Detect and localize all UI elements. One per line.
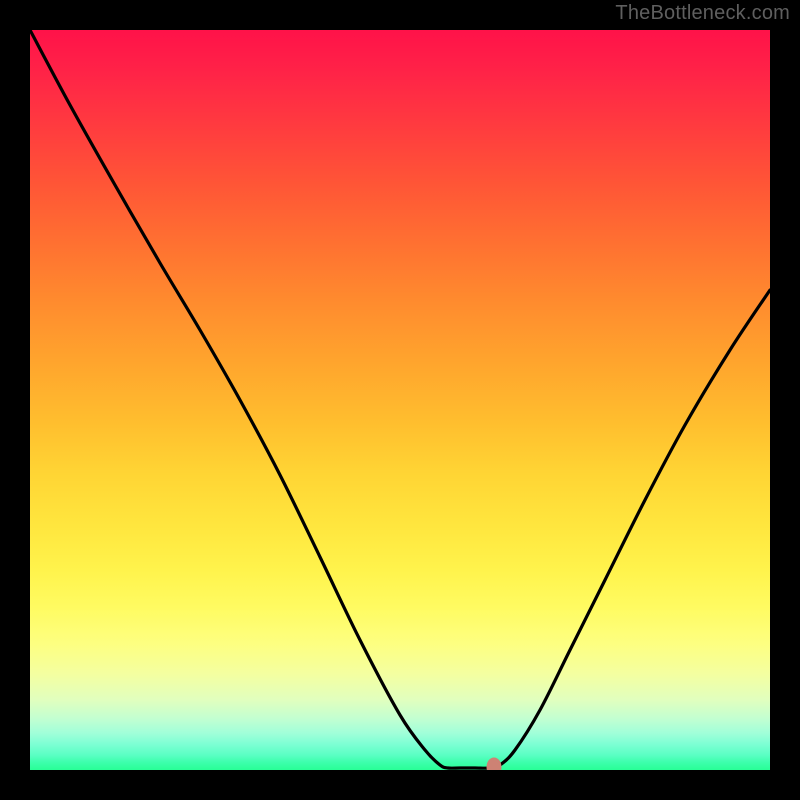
bottleneck-curve xyxy=(30,30,770,770)
watermark-text: TheBottleneck.com xyxy=(615,2,790,25)
plot-area xyxy=(30,30,770,770)
chart-frame: TheBottleneck.com xyxy=(0,0,800,800)
optimal-point-marker xyxy=(487,758,502,771)
